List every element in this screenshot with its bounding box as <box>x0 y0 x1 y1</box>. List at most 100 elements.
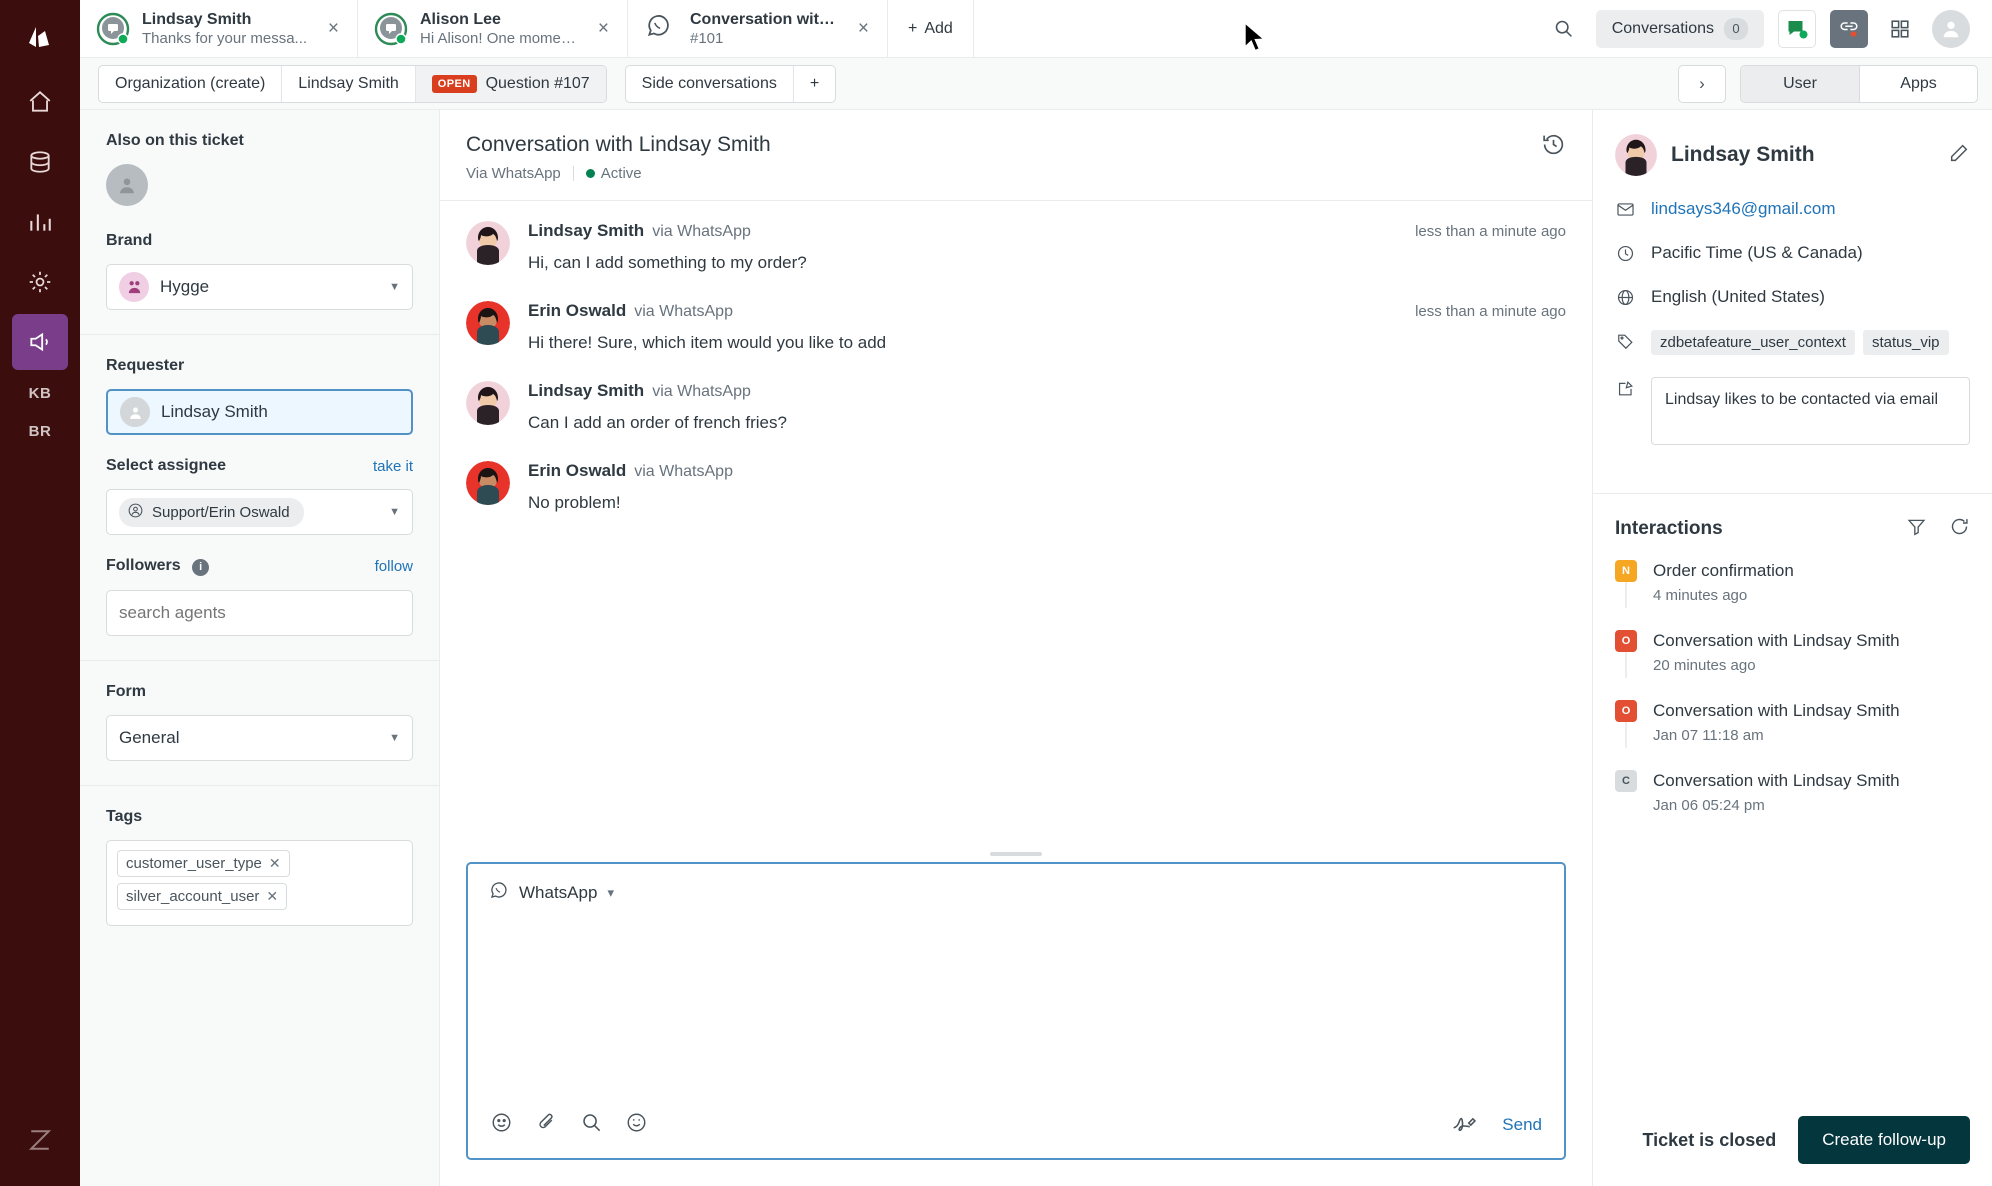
rail-badge-br[interactable]: BR <box>21 412 59 450</box>
follow-link[interactable]: follow <box>375 558 413 575</box>
conversation-channel: Via WhatsApp <box>466 165 561 182</box>
channel-selector[interactable]: WhatsApp ▾ <box>468 864 1564 906</box>
zendesk-logo-icon[interactable] <box>12 14 68 62</box>
tag-chip-wrap: customer_user_type ✕ <box>117 849 402 883</box>
interaction-marker: N <box>1615 560 1637 608</box>
list-item[interactable]: N Order confirmation 4 minutes ago <box>1615 560 1970 630</box>
composer-resize-handle[interactable] <box>440 848 1592 862</box>
breadcrumb-item-question[interactable]: OPEN Question #107 <box>415 65 606 102</box>
assignee-label: Select assignee <box>106 457 227 474</box>
conversations-label: Conversations <box>1611 19 1714 37</box>
tab-apps[interactable]: Apps <box>1859 65 1977 102</box>
assignee-select[interactable]: Support/Erin Oswald ▼ <box>106 489 413 535</box>
message-timestamp: less than a minute ago <box>1415 223 1566 240</box>
interaction-marker: O <box>1615 700 1637 748</box>
tags-input[interactable]: customer_user_type ✕ silver_account_user… <box>106 839 413 926</box>
followers-input[interactable] <box>119 602 400 623</box>
attachment-icon[interactable] <box>535 1111 558 1139</box>
chat-status-icon[interactable] <box>1778 9 1816 48</box>
add-tab-button[interactable]: + Add <box>888 0 974 57</box>
customer-email[interactable]: lindsays346@gmail.com <box>1651 198 1836 220</box>
conversation-header: Conversation with Lindsay Smith Via What… <box>440 110 1592 201</box>
message-author: Lindsay Smith <box>528 381 645 400</box>
pencil-icon[interactable] <box>1948 142 1970 169</box>
sidebar-item-home[interactable] <box>12 74 68 130</box>
close-icon[interactable]: × <box>854 19 873 38</box>
message-item: Lindsay Smith via WhatsApp less than a m… <box>466 221 1566 275</box>
emoji-icon[interactable] <box>490 1111 513 1139</box>
interaction-marker: O <box>1615 630 1637 678</box>
interaction-text: Conversation with Lindsay Smith Jan 07 1… <box>1653 700 1970 744</box>
history-icon[interactable] <box>1541 132 1566 162</box>
customer-tag[interactable]: status_vip <box>1862 330 1949 355</box>
page-title: Conversation with Lindsay Smith <box>466 133 771 156</box>
left-nav-rail: KB BR <box>0 0 80 1186</box>
tab-conversation-with-bp[interactable]: Conversation with BP #101 × <box>628 0 888 57</box>
create-follow-up-button[interactable]: Create follow-up <box>1798 1116 1970 1164</box>
add-side-conversation-button[interactable]: + <box>794 66 835 102</box>
interaction-badge: O <box>1615 630 1637 652</box>
sidebar-item-announcements[interactable] <box>12 314 68 370</box>
message-head: Erin Oswald via WhatsApp less than a min… <box>528 301 1566 321</box>
interaction-title: Conversation with Lindsay Smith <box>1653 771 1900 790</box>
close-icon[interactable]: ✕ <box>266 888 278 905</box>
avatar[interactable] <box>106 164 148 206</box>
message-timestamp: less than a minute ago <box>1415 303 1566 320</box>
tab-user[interactable]: User <box>1741 65 1859 102</box>
breadcrumb-label: Lindsay Smith <box>298 74 399 92</box>
followers-input-wrap[interactable] <box>106 589 413 636</box>
smiley-icon[interactable] <box>625 1111 648 1139</box>
requester-field[interactable]: Lindsay Smith <box>106 389 413 435</box>
avatar <box>466 381 510 425</box>
link-app-icon[interactable] <box>1830 9 1868 48</box>
message-body: Erin Oswald via WhatsApp less than a min… <box>528 301 1566 355</box>
conversations-button[interactable]: Conversations 0 <box>1595 9 1764 48</box>
send-button[interactable]: Send <box>1502 1115 1542 1135</box>
breadcrumb-item-organization[interactable]: Organization (create) <box>99 65 283 102</box>
signature-icon[interactable] <box>1451 1110 1477 1140</box>
customer-note-input[interactable] <box>1651 377 1970 445</box>
list-item[interactable]: O Conversation with Lindsay Smith 20 min… <box>1615 630 1970 700</box>
tag-chip[interactable]: customer_user_type ✕ <box>117 849 290 877</box>
rail-badge-kb[interactable]: KB <box>21 374 59 412</box>
message-input[interactable] <box>488 916 1544 1100</box>
interactions-list: N Order confirmation 4 minutes ago O Con… <box>1593 548 1992 1098</box>
filter-icon[interactable] <box>1906 516 1927 542</box>
expand-panel-button[interactable]: › <box>1678 64 1726 103</box>
close-icon[interactable]: ✕ <box>269 855 281 872</box>
sidebar-item-reporting[interactable] <box>12 194 68 250</box>
take-it-link[interactable]: take it <box>373 458 413 475</box>
tags-label: Tags <box>106 807 143 825</box>
conversation-header-text: Conversation with Lindsay Smith Via What… <box>466 132 771 182</box>
list-item[interactable]: C Conversation with Lindsay Smith Jan 06… <box>1615 770 1970 840</box>
refresh-icon[interactable] <box>1949 516 1970 542</box>
side-conversations-tab[interactable]: Side conversations <box>626 65 794 102</box>
timeline-connector <box>1625 722 1627 748</box>
user-avatar-icon[interactable] <box>1932 9 1970 48</box>
search-icon[interactable] <box>580 1111 603 1139</box>
tag-chip[interactable]: silver_account_user ✕ <box>117 882 288 910</box>
form-select[interactable]: General ▼ <box>106 714 413 761</box>
search-icon[interactable] <box>1546 11 1582 47</box>
message-body: Erin Oswald via WhatsApp No problem! <box>528 461 1566 515</box>
globe-icon <box>1615 286 1635 307</box>
list-item[interactable]: O Conversation with Lindsay Smith Jan 07… <box>1615 700 1970 770</box>
brand-select[interactable]: Hygge ▼ <box>106 264 413 310</box>
close-icon[interactable]: × <box>324 19 343 38</box>
composer-input-area <box>468 906 1564 1110</box>
breadcrumb-item-user[interactable]: Lindsay Smith <box>282 65 416 102</box>
tab-alison-lee[interactable]: Alison Lee Hi Alison! One moment ... × <box>358 0 628 57</box>
sidebar-item-admin[interactable] <box>12 254 68 310</box>
message-text: Can I add an order of french fries? <box>528 413 787 432</box>
info-icon[interactable]: i <box>192 558 210 576</box>
sidebar-item-views[interactable] <box>12 134 68 190</box>
messaging-avatar-icon <box>374 12 408 46</box>
customer-tag[interactable]: zdbetafeature_user_context <box>1651 330 1855 355</box>
close-icon[interactable]: × <box>594 19 613 38</box>
tab-lindsay-smith[interactable]: Lindsay Smith Thanks for your messa... × <box>80 0 358 57</box>
interaction-marker: C <box>1615 770 1637 814</box>
plus-icon: + <box>908 19 918 37</box>
tag-icon <box>1615 330 1635 351</box>
message-body: Lindsay Smith via WhatsApp less than a m… <box>528 221 1566 275</box>
apps-grid-icon[interactable] <box>1882 11 1918 47</box>
